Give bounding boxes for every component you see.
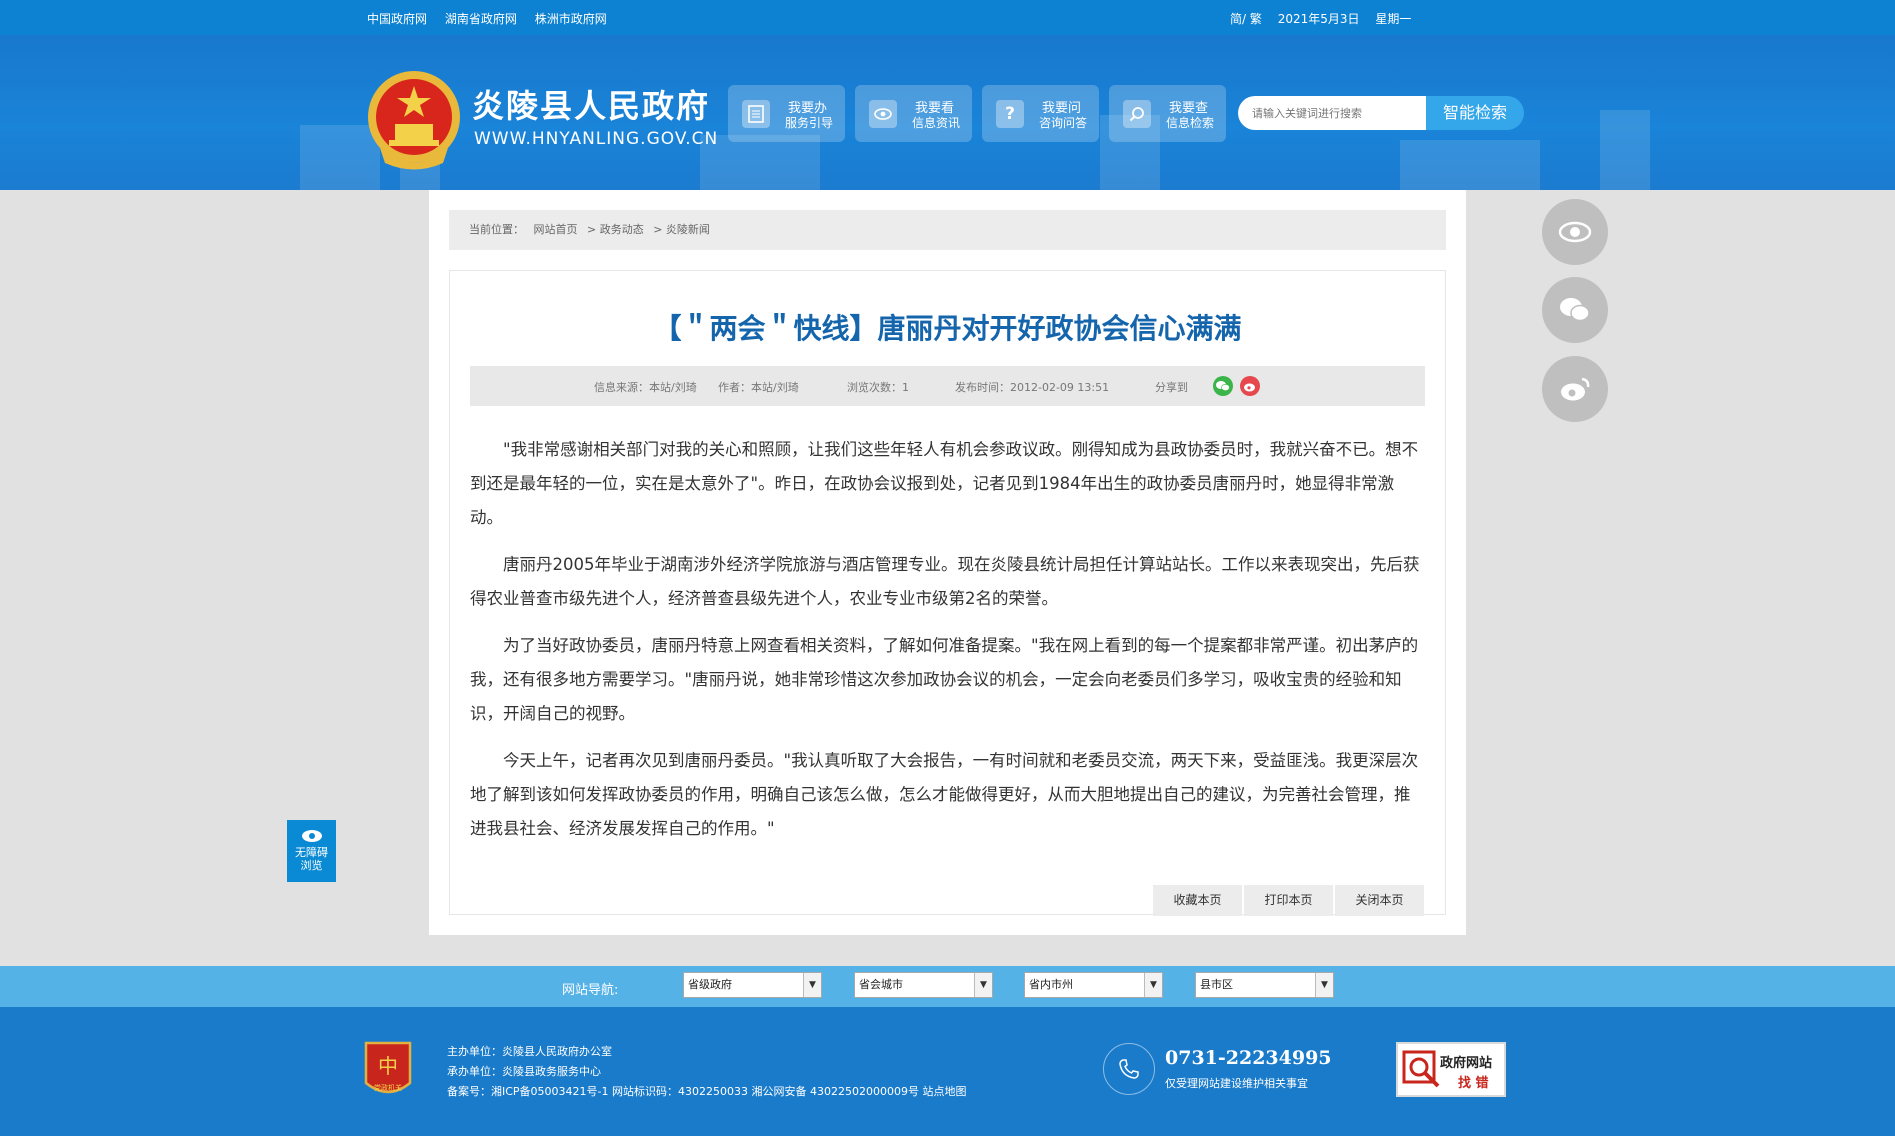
lang-switch[interactable]: 简/ 繁 (1230, 12, 1262, 26)
select-counties[interactable]: 县市区 ▼ (1195, 972, 1334, 998)
article-content: "我非常感谢相关部门对我的关心和照顾，让我们这些年轻人有机会参政议政。刚得知成为… (470, 433, 1425, 859)
article-paragraph: 为了当好政协委员，唐丽丹特意上网查看相关资料，了解如何准备提案。"我在网上看到的… (470, 636, 1419, 723)
eye-icon (869, 100, 897, 128)
select-provincial-gov[interactable]: 省级政府 ▼ (683, 972, 822, 998)
wechat-share-icon[interactable] (1213, 376, 1233, 396)
smart-search-button[interactable]: 智能检索 (1426, 96, 1524, 130)
gov-site-report-error-button[interactable]: 政府网站 找 错 (1396, 1042, 1506, 1097)
chevron-down-icon: ▼ (803, 973, 821, 997)
magnifier-icon (1402, 1050, 1440, 1088)
meta-share-label: 分享到 (1155, 381, 1188, 394)
eye-icon (301, 830, 322, 842)
quick-btn-line2: 信息资讯 (912, 116, 961, 130)
weekday-text: 星期一 (1375, 12, 1412, 26)
footer-phone-note: 仅受理网站建设维护相关事宜 (1165, 1077, 1308, 1090)
quick-btn-line2: 咨询问答 (1039, 116, 1088, 130)
svg-text:党政机关: 党政机关 (374, 1083, 402, 1092)
quick-btn-info[interactable]: 我要看 信息资讯 (855, 85, 972, 142)
site-name: 炎陵县人民政府 (472, 87, 711, 125)
accessibility-button[interactable]: 无障碍 浏览 (287, 820, 336, 882)
footer: 中 党政机关 主办单位：炎陵县人民政府办公室 承办单位：炎陵县政务服务中心 备案… (0, 1007, 1895, 1136)
float-wechat-button[interactable] (1542, 277, 1608, 343)
meta-views: 浏览次数：1 (847, 381, 909, 394)
national-emblem (368, 71, 460, 170)
bookmark-page-button[interactable]: 收藏本页 (1153, 885, 1242, 916)
select-value: 省会城市 (859, 978, 903, 991)
article-paragraph: 唐丽丹2005年毕业于湖南涉外经济学院旅游与酒店管理专业。现在炎陵县统计局担任计… (470, 555, 1420, 608)
chevron-down-icon: ▼ (1315, 973, 1333, 997)
float-eye-button[interactable] (1542, 199, 1608, 265)
select-value: 县市区 (1200, 978, 1233, 991)
top-bar: 中国政府网 湖南省政府网 株洲市政府网 简/ 繁 2021年5月3日 星期一 (0, 0, 1895, 35)
weibo-icon (1561, 377, 1590, 401)
search-box: 智能检索 (1238, 96, 1524, 130)
site-domain: WWW.HNYANLING.GOV.CN (474, 129, 719, 149)
report-line1: 政府网站 (1440, 1056, 1493, 1071)
top-right: 简/ 繁 2021年5月3日 星期一 (1230, 10, 1423, 27)
breadcrumb-local[interactable]: > 炎陵新闻 (653, 223, 710, 236)
breadcrumb-news[interactable]: > 政务动态 (587, 223, 644, 236)
select-capital-cities[interactable]: 省会城市 ▼ (854, 972, 993, 998)
meta-author: 作者：本站/刘琦 (718, 381, 799, 394)
date-text: 2021年5月3日 (1277, 12, 1360, 26)
float-weibo-button[interactable] (1542, 356, 1608, 422)
select-province-cities[interactable]: 省内市州 ▼ (1024, 972, 1163, 998)
header-banner: 炎陵县人民政府 WWW.HNYANLING.GOV.CN 我要办 服务引导 我要… (0, 35, 1895, 190)
select-value: 省内市州 (1029, 978, 1073, 991)
article-paragraph: 今天上午，记者再次见到唐丽丹委员。"我认真听取了大会报告，一有时间就和老委员交流… (470, 751, 1419, 838)
footer-record: 备案号：湘ICP备05003421号-1 网站标识码：4302250033 湘公… (447, 1085, 967, 1098)
accessibility-line2: 浏览 (300, 859, 323, 872)
search-input[interactable] (1238, 96, 1428, 130)
breadcrumb-prefix: 当前位置： (469, 223, 524, 236)
accessibility-line1: 无障碍 (295, 846, 328, 859)
footer-sponsor: 主办单位：炎陵县人民政府办公室 (447, 1045, 612, 1058)
breadcrumb: 当前位置： 网站首页 > 政务动态 > 炎陵新闻 (449, 210, 1446, 250)
document-icon (742, 100, 770, 128)
party-gov-logo[interactable]: 中 党政机关 (362, 1039, 414, 1099)
quick-btn-service[interactable]: 我要办 服务引导 (728, 85, 845, 142)
link-zhuzhou-gov[interactable]: 株洲市政府网 (535, 12, 607, 26)
article-meta: 信息来源：本站/刘琦 作者：本站/刘琦 浏览次数：1 发布时间：2012-02-… (470, 366, 1425, 406)
footer-organizer: 承办单位：炎陵县政务服务中心 (447, 1065, 601, 1078)
weibo-share-icon[interactable] (1240, 376, 1260, 396)
select-value: 省级政府 (688, 978, 732, 991)
top-links: 中国政府网 湖南省政府网 株洲市政府网 (367, 10, 621, 27)
phone-icon (1103, 1043, 1155, 1095)
svg-text:中: 中 (378, 1054, 398, 1078)
search-icon (1123, 100, 1151, 128)
chevron-down-icon: ▼ (1144, 973, 1162, 997)
quick-btn-search[interactable]: 我要查 信息检索 (1109, 85, 1226, 142)
print-page-button[interactable]: 打印本页 (1244, 885, 1333, 916)
quick-btn-line2: 服务引导 (785, 116, 834, 130)
question-icon: ? (996, 100, 1024, 128)
article-title: 【＂两会＂快线】唐丽丹对开好政协会信心满满 (653, 312, 1242, 345)
wechat-icon (1560, 298, 1590, 322)
site-nav-label: 网站导航: (562, 983, 619, 998)
meta-source: 信息来源：本站/刘琦 (594, 381, 697, 394)
link-hunan-gov[interactable]: 湖南省政府网 (445, 12, 517, 26)
quick-btn-ask[interactable]: ? 我要问 咨询问答 (982, 85, 1099, 142)
close-page-button[interactable]: 关闭本页 (1335, 885, 1424, 916)
chevron-down-icon: ▼ (974, 973, 992, 997)
meta-published: 发布时间：2012-02-09 13:51 (955, 381, 1110, 394)
breadcrumb-home[interactable]: 网站首页 (534, 223, 578, 236)
footer-info: 主办单位：炎陵县人民政府办公室 承办单位：炎陵县政务服务中心 备案号：湘ICP备… (447, 1042, 966, 1102)
article-paragraph: "我非常感谢相关部门对我的关心和照顾，让我们这些年轻人有机会参政议政。刚得知成为… (470, 440, 1419, 527)
site-nav-bar: 网站导航: 省级政府 ▼ 省会城市 ▼ 省内市州 ▼ 县市区 ▼ (0, 966, 1895, 1007)
quick-btn-line2: 信息检索 (1166, 116, 1215, 130)
report-line2: 找 错 (1458, 1076, 1489, 1091)
link-gov-cn[interactable]: 中国政府网 (367, 12, 427, 26)
footer-phone: 0731-22234995 (1165, 1047, 1332, 1069)
eye-icon (1558, 221, 1592, 243)
